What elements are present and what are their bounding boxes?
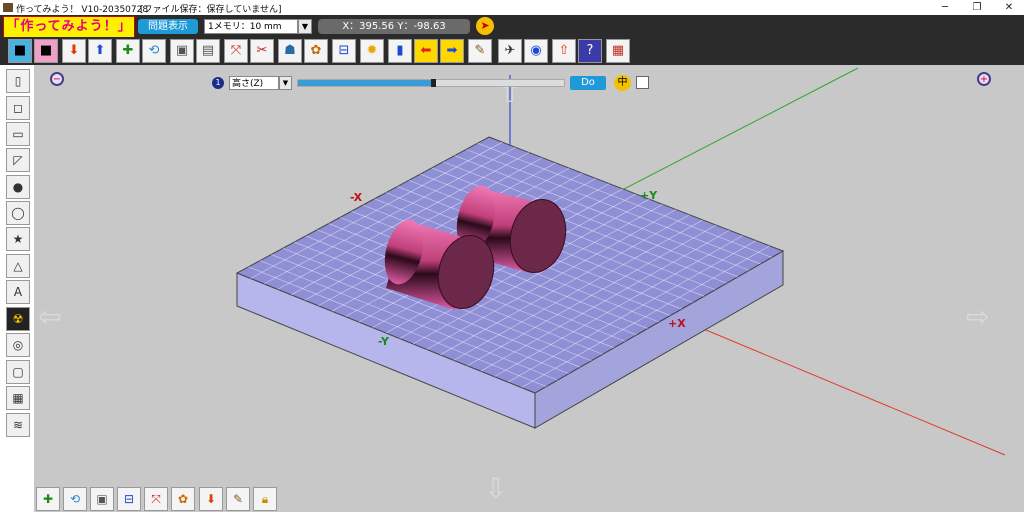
- calculator-icon[interactable]: ▦: [606, 39, 630, 63]
- help-icon[interactable]: ?: [578, 39, 602, 63]
- camera-icon[interactable]: ◉: [524, 39, 548, 63]
- rotate-icon[interactable]: ⟲: [63, 487, 87, 511]
- cube-icon[interactable]: ◻: [6, 96, 30, 120]
- cursor-icon[interactable]: ➤: [476, 17, 494, 35]
- nav-down-icon[interactable]: ⇩: [484, 472, 507, 505]
- height-slider[interactable]: [297, 79, 565, 87]
- add-shape-icon[interactable]: ✚: [36, 487, 60, 511]
- mondai-button[interactable]: 問題表示: [138, 19, 198, 34]
- box-icon[interactable]: ▢: [6, 360, 30, 384]
- slider-fill: [298, 80, 431, 86]
- do-button[interactable]: Do: [570, 76, 606, 90]
- cylinder-short-icon[interactable]: ◯: [6, 201, 30, 225]
- coordinate-readout: X：395.56 Y：-98.63: [318, 19, 470, 34]
- walk-icon[interactable]: ✈: [498, 39, 522, 63]
- document-status: [ファイル保存：保存していません]: [140, 5, 282, 15]
- stack-icon[interactable]: ▦: [6, 386, 30, 410]
- arrow-right-icon[interactable]: ➡: [440, 39, 464, 63]
- title-bar: 作ってみよう！ V10-20350728 [ファイル保存：保存していません] ─…: [0, 0, 1024, 15]
- shape-sidebar: ▯ ◻ ▭ ◸ ● ◯ ★ △ A ☢ ◎ ▢ ▦ ≋: [0, 65, 34, 512]
- axis-label-y-neg: -Y: [378, 335, 389, 348]
- palette-icon[interactable]: ✿: [304, 39, 328, 63]
- measure-icon[interactable]: ⊟: [117, 487, 141, 511]
- solid-icon[interactable]: ▤: [196, 39, 220, 63]
- robot-icon[interactable]: ☗: [278, 39, 302, 63]
- zoom-out-icon[interactable]: −: [50, 72, 64, 86]
- spring-icon[interactable]: ≋: [6, 413, 30, 437]
- lock-icon[interactable]: 🔒︎: [253, 487, 277, 511]
- 3d-viewport[interactable]: ⇧ ⇦ ⇨ ⇩ -X +Y -Y +X: [34, 65, 1024, 512]
- upload-icon[interactable]: ⇧: [552, 39, 576, 63]
- hazard-icon[interactable]: ☢: [6, 307, 30, 331]
- chevron-down-icon[interactable]: ▼: [298, 19, 312, 34]
- window-title: 作ってみよう！ V10-20350728: [16, 5, 149, 15]
- scene-canvas[interactable]: ⇧ ⇦ ⇨ ⇩: [34, 65, 1024, 512]
- minimize-button[interactable]: ─: [930, 1, 960, 14]
- section-icon[interactable]: ▣: [170, 39, 194, 63]
- step-badge: 1: [212, 77, 224, 89]
- cube-pink-icon[interactable]: ■: [34, 39, 58, 63]
- cube-blue-icon[interactable]: ■: [8, 39, 32, 63]
- app-icon: [3, 3, 13, 12]
- sphere-icon[interactable]: ●: [6, 175, 30, 199]
- close-button[interactable]: ✕: [994, 1, 1024, 14]
- memori-select[interactable]: 1メモリ：10 mm: [204, 19, 298, 34]
- zoom-in-icon[interactable]: +: [977, 72, 991, 86]
- gear-icon[interactable]: ✹: [360, 39, 384, 63]
- export-icon[interactable]: ⬇: [199, 487, 223, 511]
- axis-select[interactable]: 高さ(Z): [229, 76, 279, 90]
- rect-prism-icon[interactable]: ▭: [6, 122, 30, 146]
- import-icon[interactable]: ⬇: [62, 39, 86, 63]
- cylinder-icon[interactable]: ▯: [6, 69, 30, 93]
- slider-knob[interactable]: [431, 79, 436, 87]
- star-icon[interactable]: ★: [6, 227, 30, 251]
- arrow-left-icon[interactable]: ⬅: [414, 39, 438, 63]
- add-shape-icon[interactable]: ✚: [116, 39, 140, 63]
- nav-right-icon[interactable]: ⇨: [966, 300, 989, 333]
- export-icon[interactable]: ⬆: [88, 39, 112, 63]
- cone-icon[interactable]: △: [6, 254, 30, 278]
- brush-icon[interactable]: ✎: [468, 39, 492, 63]
- axis-label-x-neg: -X: [350, 191, 363, 204]
- nav-left-icon[interactable]: ⇦: [38, 300, 61, 333]
- section-icon[interactable]: ▣: [90, 487, 114, 511]
- chevron-down-icon[interactable]: ▼: [279, 76, 292, 90]
- palette-icon[interactable]: ✿: [171, 487, 195, 511]
- wedge-icon[interactable]: ◸: [6, 148, 30, 172]
- naka-button[interactable]: 中: [614, 75, 631, 91]
- scale-icon[interactable]: ⤧: [224, 39, 248, 63]
- book-icon[interactable]: ▮: [388, 39, 412, 63]
- letter-a-icon[interactable]: A: [6, 280, 30, 304]
- disc-icon[interactable]: ◎: [6, 333, 30, 357]
- measure-icon[interactable]: ⊟: [332, 39, 356, 63]
- axis-label-y-pos: +Y: [640, 189, 658, 202]
- restore-button[interactable]: ❐: [962, 1, 992, 14]
- scale-icon[interactable]: ⤧: [144, 487, 168, 511]
- rotate-icon[interactable]: ⟲: [142, 39, 166, 63]
- naka-checkbox[interactable]: [636, 76, 649, 89]
- axis-label-x-pos: +X: [668, 317, 686, 330]
- app-logo: 「作ってみよう！」: [3, 16, 135, 38]
- brush-icon[interactable]: ✎: [226, 487, 250, 511]
- cut-icon[interactable]: ✂: [250, 39, 274, 63]
